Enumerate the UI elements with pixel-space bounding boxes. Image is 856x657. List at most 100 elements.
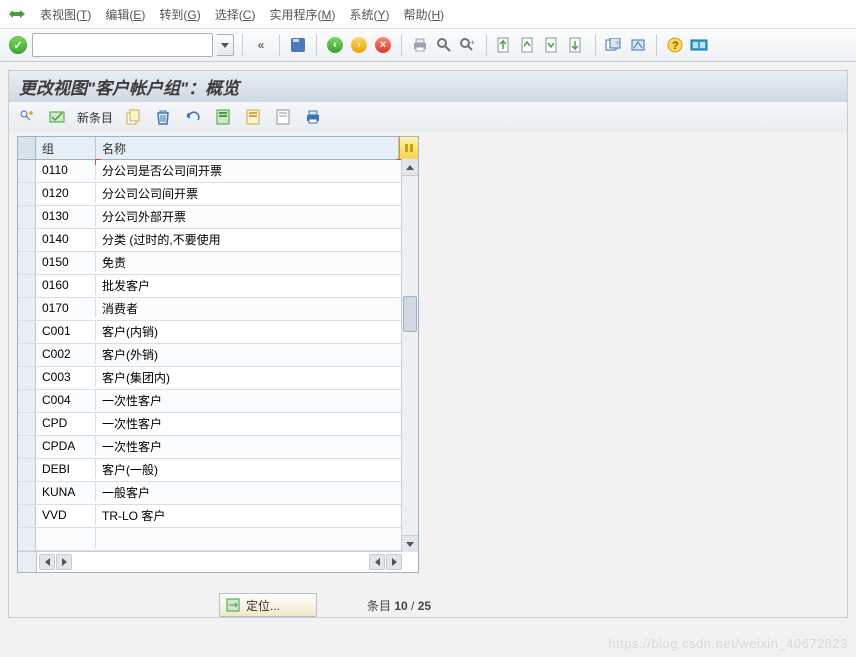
vscroll-up-button[interactable] xyxy=(402,159,418,176)
nav-cancel-button[interactable]: × xyxy=(373,35,393,55)
vscroll-thumb[interactable] xyxy=(403,296,417,332)
table-config-button[interactable] xyxy=(399,137,418,159)
cell-code[interactable] xyxy=(36,436,96,456)
cell-name[interactable] xyxy=(96,528,401,548)
cell-code[interactable] xyxy=(36,275,96,295)
vscroll-down-button[interactable] xyxy=(402,535,418,552)
command-field[interactable] xyxy=(32,33,213,57)
cell-name[interactable] xyxy=(96,183,401,203)
cell-code[interactable] xyxy=(36,229,96,249)
cell-code[interactable] xyxy=(36,321,96,341)
menu-goto[interactable]: 转到(G) xyxy=(159,6,200,23)
column-header-code[interactable]: 组 xyxy=(36,137,96,159)
cell-name[interactable] xyxy=(96,344,401,364)
menu-help[interactable]: 帮助(H) xyxy=(403,6,444,23)
row-selector[interactable] xyxy=(18,298,36,320)
cell-code[interactable] xyxy=(36,183,96,203)
row-selector[interactable] xyxy=(18,321,36,343)
cell-code[interactable] xyxy=(36,528,96,548)
cell-code[interactable] xyxy=(36,367,96,387)
copy-button[interactable] xyxy=(123,107,143,127)
cell-name[interactable] xyxy=(96,298,401,318)
hscroll-left-end-button[interactable] xyxy=(369,554,385,570)
menu-system[interactable]: 系统(Y) xyxy=(349,6,389,23)
cell-code[interactable] xyxy=(36,298,96,318)
hscroll-left-button[interactable] xyxy=(39,554,55,570)
cell-name[interactable] xyxy=(96,321,401,341)
row-selector[interactable] xyxy=(18,275,36,297)
menu-utilities[interactable]: 实用程序(M) xyxy=(269,6,335,23)
row-selector[interactable] xyxy=(18,229,36,251)
cell-name[interactable] xyxy=(96,160,401,180)
cell-name[interactable] xyxy=(96,459,401,479)
cell-code[interactable] xyxy=(36,252,96,272)
find-next-button[interactable]: + xyxy=(458,35,478,55)
row-selector[interactable] xyxy=(18,459,36,481)
cell-name[interactable] xyxy=(96,505,401,525)
export-button[interactable] xyxy=(273,107,293,127)
cell-code[interactable] xyxy=(36,459,96,479)
cell-code[interactable] xyxy=(36,482,96,502)
row-selector[interactable] xyxy=(18,505,36,527)
nav-back-button[interactable]: ‹ xyxy=(325,35,345,55)
row-selector[interactable] xyxy=(18,344,36,366)
cell-code[interactable] xyxy=(36,206,96,226)
expand-hierarchy-button[interactable] xyxy=(17,107,37,127)
row-selector[interactable] xyxy=(18,367,36,389)
row-selector[interactable] xyxy=(18,482,36,504)
next-page-button[interactable] xyxy=(543,35,563,55)
prev-page-button[interactable] xyxy=(519,35,539,55)
last-page-button[interactable] xyxy=(567,35,587,55)
row-selector[interactable] xyxy=(18,436,36,458)
first-page-button[interactable] xyxy=(495,35,515,55)
find-button[interactable] xyxy=(434,35,454,55)
cell-code[interactable] xyxy=(36,505,96,525)
cell-name[interactable] xyxy=(96,367,401,387)
menu-select[interactable]: 选择(C) xyxy=(215,6,256,23)
cell-name[interactable] xyxy=(96,229,401,249)
help-button[interactable]: ? xyxy=(665,35,685,55)
nav-exit-button[interactable]: › xyxy=(349,35,369,55)
shortcut-button[interactable] xyxy=(628,35,648,55)
hscroll-right-end-button[interactable] xyxy=(386,554,402,570)
print-button[interactable] xyxy=(410,35,430,55)
save-button[interactable] xyxy=(288,35,308,55)
new-entries-button[interactable]: 新条目 xyxy=(77,109,113,126)
menu-table-view[interactable]: 表视图(T) xyxy=(40,6,91,23)
cell-code[interactable] xyxy=(36,344,96,364)
row-selector[interactable] xyxy=(18,183,36,205)
deselect-block-button[interactable] xyxy=(243,107,263,127)
row-selector[interactable] xyxy=(18,390,36,412)
cell-name[interactable] xyxy=(96,436,401,456)
command-history-button[interactable] xyxy=(217,34,234,56)
row-selector[interactable] xyxy=(18,528,36,550)
row-selector-header[interactable] xyxy=(18,137,36,159)
select-all-button[interactable] xyxy=(47,107,67,127)
cell-name[interactable] xyxy=(96,390,401,410)
undo-button[interactable] xyxy=(183,107,203,127)
cell-name[interactable] xyxy=(96,482,401,502)
cell-code[interactable] xyxy=(36,390,96,410)
menu-edit[interactable]: 编辑(E) xyxy=(105,6,145,23)
cell-name[interactable] xyxy=(96,275,401,295)
column-header-name[interactable]: 名称 xyxy=(96,137,399,159)
cell-code[interactable] xyxy=(36,160,96,180)
cell-code[interactable] xyxy=(36,413,96,433)
row-selector[interactable] xyxy=(18,413,36,435)
cell-name[interactable] xyxy=(96,206,401,226)
back-history-button[interactable]: « xyxy=(251,35,271,55)
print-view-button[interactable] xyxy=(303,107,323,127)
new-session-button[interactable]: + xyxy=(604,35,624,55)
position-button[interactable]: 定位... xyxy=(219,593,317,617)
sap-menu-icon[interactable] xyxy=(8,7,26,21)
cell-name[interactable] xyxy=(96,252,401,272)
row-selector[interactable] xyxy=(18,206,36,228)
row-selector[interactable] xyxy=(18,252,36,274)
row-selector[interactable] xyxy=(18,160,36,182)
table-vertical-scroll[interactable] xyxy=(401,159,418,552)
hscroll-right-button[interactable] xyxy=(56,554,72,570)
enter-button[interactable] xyxy=(8,35,28,55)
cell-name[interactable] xyxy=(96,413,401,433)
layout-button[interactable] xyxy=(689,35,709,55)
select-block-button[interactable] xyxy=(213,107,233,127)
